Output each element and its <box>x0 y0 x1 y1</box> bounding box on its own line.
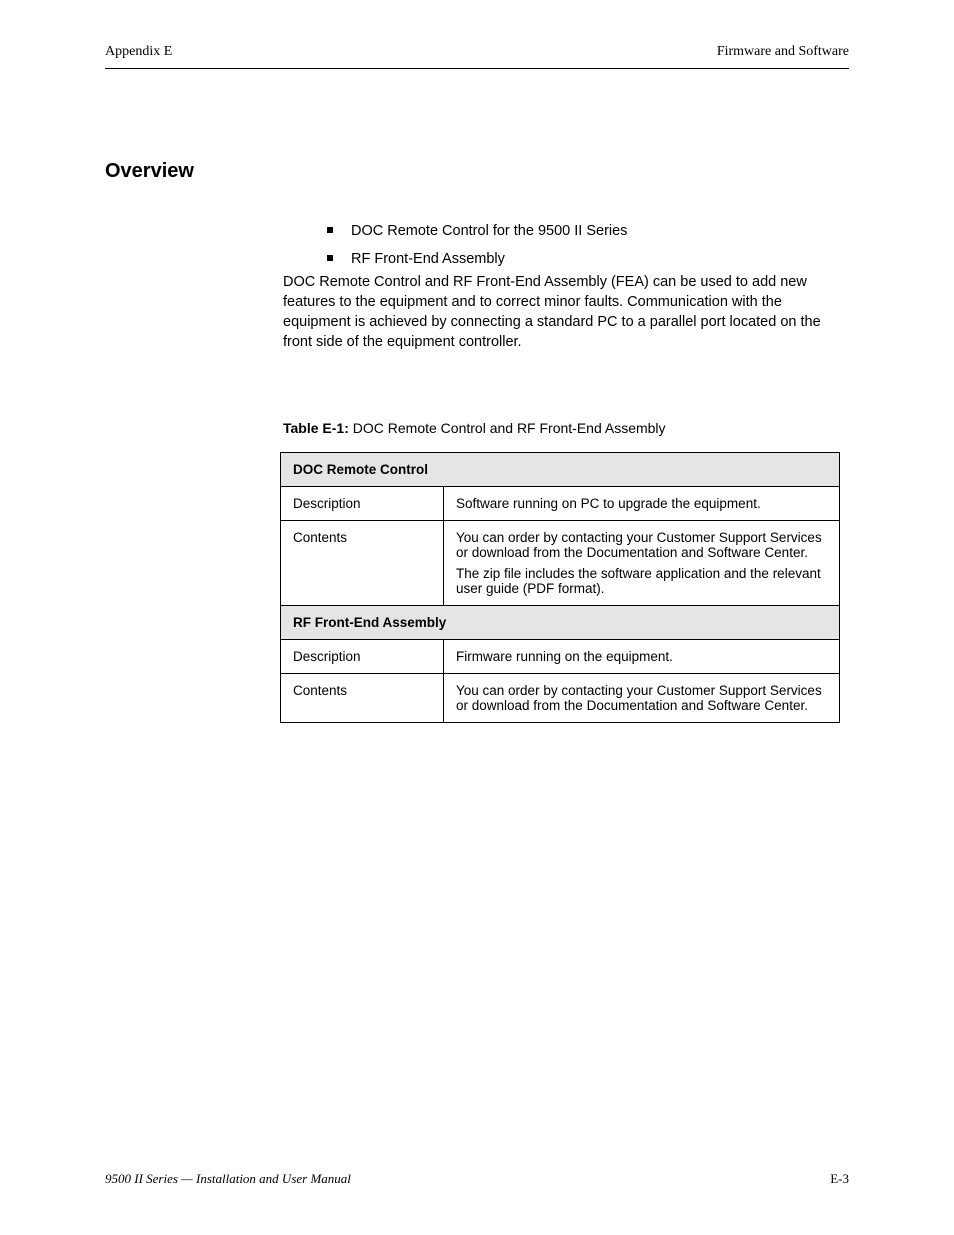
table-caption-number: Table E-1: <box>283 420 353 436</box>
header-rule <box>105 68 849 69</box>
running-header-left: Appendix E <box>105 44 172 60</box>
running-header-right: Firmware and Software <box>717 44 849 60</box>
table-row: Contents You can order by contacting you… <box>281 521 840 606</box>
bullet-list: DOC Remote Control for the 9500 II Serie… <box>283 219 878 275</box>
table-row-label: Contents <box>281 674 444 723</box>
table-caption: Table E-1: DOC Remote Control and RF Fro… <box>283 420 666 436</box>
table-row-value: Software running on PC to upgrade the eq… <box>444 487 840 521</box>
table-group-header-row: RF Front-End Assembly <box>281 606 840 640</box>
software-table: DOC Remote Control Description Software … <box>280 452 840 723</box>
table-row: Description Firmware running on the equi… <box>281 640 840 674</box>
section-heading: Overview <box>105 160 194 183</box>
table-row-value: Firmware running on the equipment. <box>444 640 840 674</box>
cell-line: You can order by contacting your Custome… <box>456 683 829 713</box>
table-row: Description Software running on PC to up… <box>281 487 840 521</box>
table-row-value: You can order by contacting your Custome… <box>444 521 840 606</box>
table-row: Contents You can order by contacting you… <box>281 674 840 723</box>
table-row-label: Description <box>281 640 444 674</box>
table-group-header-row: DOC Remote Control <box>281 453 840 487</box>
page-number: E-3 <box>830 1171 849 1187</box>
cell-line: You can order by contacting your Custome… <box>456 530 829 560</box>
cell-line: The zip file includes the software appli… <box>456 566 829 596</box>
bullet-item: RF Front-End Assembly <box>323 247 878 271</box>
intro-paragraph: DOC Remote Control and RF Front-End Asse… <box>283 272 848 352</box>
table-group-header: DOC Remote Control <box>281 453 840 487</box>
table-caption-text: DOC Remote Control and RF Front-End Asse… <box>353 420 666 436</box>
bullet-item: DOC Remote Control for the 9500 II Serie… <box>323 219 878 243</box>
table-row-label: Description <box>281 487 444 521</box>
table-row-value: You can order by contacting your Custome… <box>444 674 840 723</box>
page: Appendix E Firmware and Software Overvie… <box>0 0 954 1235</box>
table-group-header: RF Front-End Assembly <box>281 606 840 640</box>
table-row-label: Contents <box>281 521 444 606</box>
footer-note: 9500 II Series — Installation and User M… <box>105 1171 351 1187</box>
